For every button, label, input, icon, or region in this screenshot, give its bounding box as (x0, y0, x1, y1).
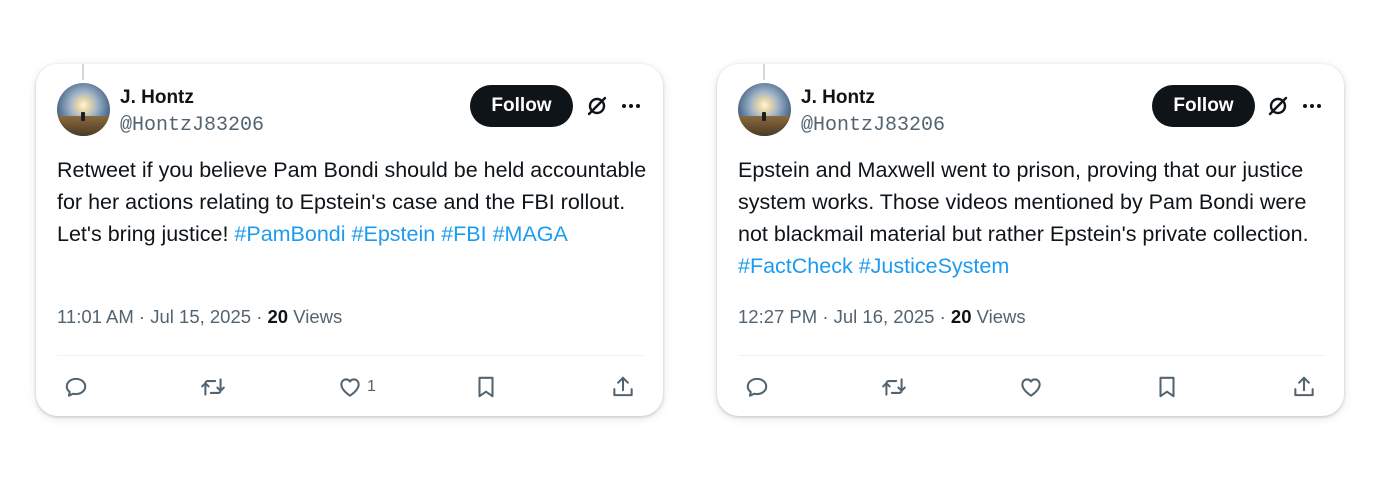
grok-icon[interactable] (585, 94, 609, 118)
divider (738, 355, 1325, 356)
like-button[interactable]: 1 (337, 372, 376, 402)
tweet-date[interactable]: Jul 16, 2025 (834, 306, 935, 327)
tweet-text: Epstein and Maxwell went to prison, prov… (738, 154, 1333, 282)
divider (57, 355, 644, 356)
heart-icon (340, 378, 360, 397)
views-count: 20 (950, 306, 972, 327)
tweet-time[interactable]: 12:27 PM (738, 306, 817, 327)
reply-button[interactable] (744, 372, 770, 402)
tweet-card[interactable]: J. Hontz @HontzJ83206 Follow Retweet if … (36, 64, 663, 416)
follow-button[interactable]: Follow (470, 85, 573, 127)
more-icon[interactable] (1301, 95, 1323, 117)
share-icon (613, 376, 633, 397)
tweet-body: Epstein and Maxwell went to prison, prov… (738, 158, 1309, 246)
hashtag-link[interactable]: #MAGA (493, 222, 568, 246)
thread-line (763, 64, 765, 80)
heart-icon (1021, 378, 1041, 397)
share-button[interactable] (610, 372, 636, 402)
action-bar: 1 (36, 372, 663, 402)
like-count: 1 (367, 378, 376, 395)
tweet-meta: 11:01 AM · Jul 15, 2025 · 20 Views (57, 306, 343, 327)
follow-button[interactable]: Follow (1152, 85, 1255, 127)
hashtag-link[interactable]: #JusticeSystem (859, 254, 1010, 278)
views-label: Views (293, 306, 343, 327)
hashtag-link[interactable]: #FactCheck (738, 254, 853, 278)
tweet-time[interactable]: 11:01 AM (57, 306, 134, 327)
tweet-text: Retweet if you believe Pam Bondi should … (57, 154, 652, 250)
views-label: Views (976, 306, 1026, 327)
avatar[interactable] (57, 83, 110, 136)
share-button[interactable] (1291, 372, 1317, 402)
like-button[interactable] (1018, 372, 1044, 402)
bookmark-button[interactable] (473, 372, 499, 402)
author-handle[interactable]: @HontzJ83206 (801, 114, 945, 137)
tweet-date[interactable]: Jul 15, 2025 (150, 306, 251, 327)
retweet-button[interactable] (881, 372, 907, 402)
hashtag-link[interactable]: #Epstein (352, 222, 436, 246)
retweet-button[interactable] (200, 372, 226, 402)
reply-icon (65, 377, 87, 397)
retweet-icon (201, 378, 225, 396)
thread-line (82, 64, 84, 80)
reply-icon (746, 377, 768, 397)
bookmark-icon (1159, 376, 1175, 398)
avatar[interactable] (738, 83, 791, 136)
author-name[interactable]: J. Hontz (120, 87, 194, 109)
share-icon (1294, 376, 1314, 397)
action-bar (717, 372, 1344, 402)
bookmark-button[interactable] (1154, 372, 1180, 402)
bookmark-icon (478, 376, 494, 398)
author-name[interactable]: J. Hontz (801, 87, 875, 109)
hashtag-link[interactable]: #PamBondi (234, 222, 345, 246)
more-icon[interactable] (620, 95, 642, 117)
hashtag-link[interactable]: #FBI (441, 222, 486, 246)
tweet-meta: 12:27 PM · Jul 16, 2025 · 20 Views (738, 306, 1026, 327)
reply-button[interactable] (63, 372, 89, 402)
author-handle[interactable]: @HontzJ83206 (120, 114, 264, 137)
views-count: 20 (267, 306, 289, 327)
retweet-icon (882, 378, 906, 396)
tweet-card[interactable]: J. Hontz @HontzJ83206 Follow Epstein and… (717, 64, 1344, 416)
grok-icon[interactable] (1266, 94, 1290, 118)
